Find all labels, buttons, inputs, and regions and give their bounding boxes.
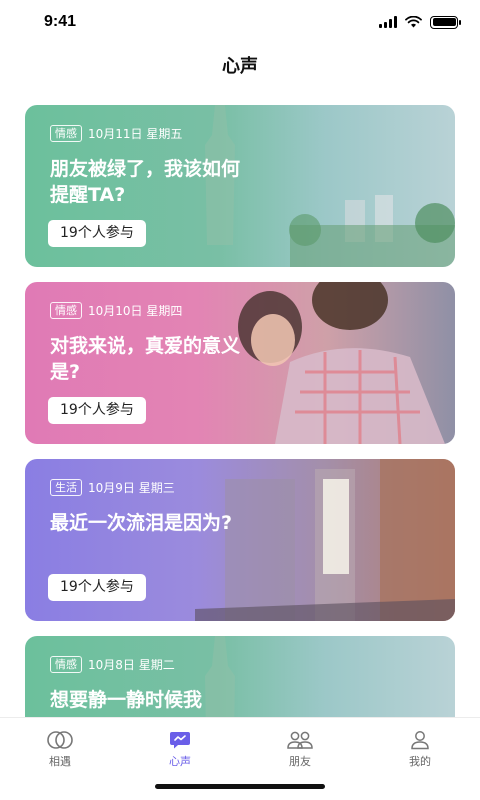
battery-icon [430, 15, 461, 29]
topic-card[interactable]: 情感 10月10日 星期四 对我来说，真爱的意义是? 19个人参与 [25, 282, 455, 444]
tab-friends[interactable]: 朋友 [240, 718, 360, 773]
rings-icon [45, 729, 75, 751]
wifi-icon [405, 16, 422, 28]
tab-voice[interactable]: 心声 [120, 718, 240, 773]
tab-mine[interactable]: 我的 [360, 718, 480, 773]
status-icons [379, 15, 461, 29]
topic-title: 朋友被绿了，我该如何提醒TA? [50, 158, 241, 206]
home-indicator [155, 784, 325, 789]
tab-label: 我的 [409, 754, 431, 768]
status-bar: 9:41 [0, 0, 480, 44]
topic-card[interactable]: 生活 10月9日 星期三 最近一次流泪是因为? 19个人参与 [25, 459, 455, 621]
page-title: 心声 [222, 56, 258, 77]
tab-label: 相遇 [49, 754, 71, 768]
topic-tag: 生活 [50, 479, 82, 496]
profile-icon [409, 729, 431, 751]
topic-tag: 情感 [50, 656, 82, 673]
friends-icon [286, 729, 314, 751]
topic-date: 10月11日 星期五 [88, 127, 183, 141]
topic-title: 最近一次流泪是因为? [50, 512, 233, 534]
bottom-tab-bar: 相遇 心声 朋友 我的 [0, 717, 480, 773]
topic-date: 10月9日 星期三 [88, 481, 175, 495]
topic-card[interactable]: 情感 10月11日 星期五 朋友被绿了，我该如何提醒TA? 19个人参与 [25, 105, 455, 267]
participants-button[interactable]: 19个人参与 [48, 220, 146, 247]
topic-tag: 情感 [50, 125, 82, 142]
chat-bubble-icon [169, 729, 191, 751]
topic-title: 对我来说，真爱的意义是? [50, 335, 241, 383]
topic-date: 10月8日 星期二 [88, 658, 175, 672]
topic-tag: 情感 [50, 302, 82, 319]
participants-button[interactable]: 19个人参与 [48, 574, 146, 601]
tab-label: 心声 [169, 754, 191, 768]
status-time: 9:41 [44, 13, 77, 30]
topic-card-list: 情感 10月11日 星期五 朋友被绿了，我该如何提醒TA? 19个人参与 情感 … [25, 105, 455, 717]
tab-label: 朋友 [289, 754, 311, 768]
topic-title: 想要静一静时候我 [50, 689, 203, 711]
signal-icon [379, 16, 397, 28]
tab-meet[interactable]: 相遇 [0, 718, 120, 773]
topic-card[interactable]: 情感 10月8日 星期二 想要静一静时候我 [25, 636, 455, 717]
topic-date: 10月10日 星期四 [88, 304, 183, 318]
participants-button[interactable]: 19个人参与 [48, 397, 146, 424]
